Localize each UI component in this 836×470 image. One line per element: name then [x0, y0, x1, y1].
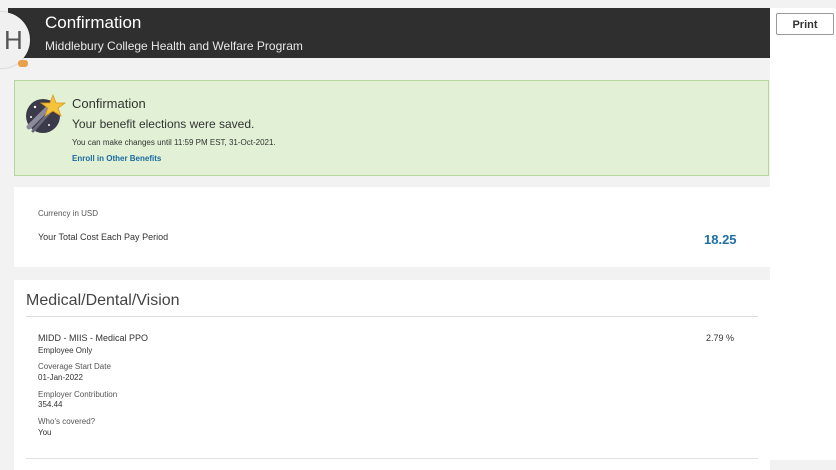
currency-label: Currency in USD [38, 209, 99, 218]
page-title: Confirmation [45, 13, 142, 32]
enroll-other-benefits-link[interactable]: Enroll in Other Benefits [72, 154, 161, 163]
section-divider [26, 316, 758, 317]
confirmation-card: Confirmation Your benefit elections were… [14, 80, 769, 176]
section-title: Medical/Dental/Vision [26, 292, 180, 309]
avatar-badge [18, 60, 28, 67]
right-panel [770, 8, 836, 460]
covered-value: You [38, 428, 52, 437]
confirmation-title: Confirmation [72, 96, 146, 111]
confirmation-message: Your benefit elections were saved. [72, 117, 255, 131]
coverage-start-label: Coverage Start Date [38, 362, 111, 371]
employer-contribution-label: Employer Contribution [38, 390, 118, 399]
employer-contribution-value: 354.44 [38, 400, 63, 409]
plan-percent: 2.79 % [706, 333, 735, 343]
coverage-level: Employee Only [38, 346, 93, 355]
page-subtitle: Middlebury College Health and Welfare Pr… [45, 39, 303, 53]
card-bottom-divider [26, 458, 758, 459]
total-cost-value: 18.25 [704, 232, 737, 247]
print-button[interactable]: Print [776, 13, 834, 35]
total-cost-label: Your Total Cost Each Pay Period [38, 232, 169, 242]
page-header: Confirmation Middlebury College Health a… [8, 8, 770, 58]
cost-summary-card: Currency in USD Your Total Cost Each Pay… [14, 187, 770, 267]
covered-label: Who's covered? [38, 417, 96, 426]
confirmation-deadline-note: You can make changes until 11:59 PM EST,… [72, 138, 276, 147]
plan-name: MIDD - MIIS - Medical PPO [38, 333, 149, 343]
coverage-start-value: 01-Jan-2022 [38, 373, 83, 382]
shooting-star-icon [26, 93, 67, 133]
medical-dental-vision-card: Medical/Dental/Vision MIDD - MIIS - Medi… [14, 280, 770, 470]
